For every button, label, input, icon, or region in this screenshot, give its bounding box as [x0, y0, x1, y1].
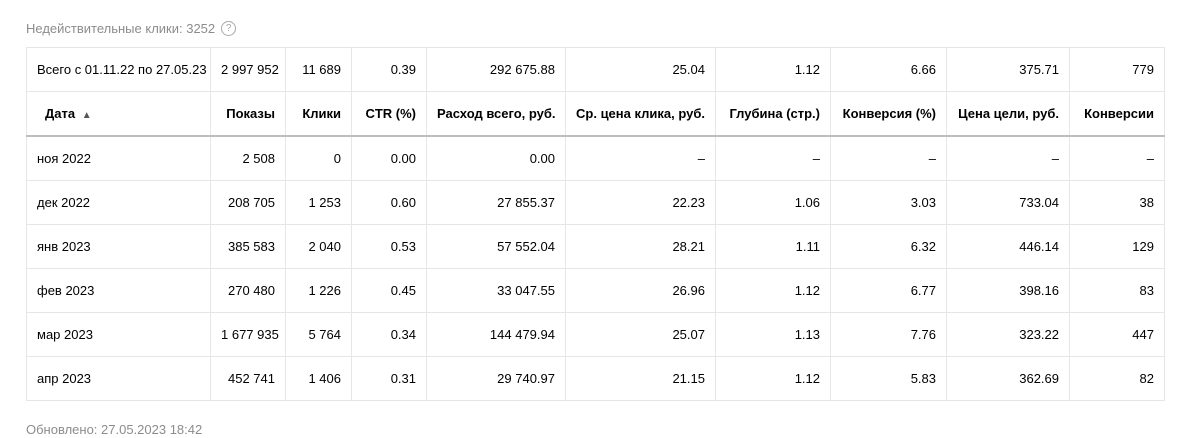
column-header-conversions[interactable]: Конверсии: [1069, 91, 1165, 137]
ctr-cell: 0.00: [351, 135, 427, 181]
column-header-avg-cpc[interactable]: Ср. цена клика, руб.: [565, 91, 716, 137]
ctr-cell: 0.34: [351, 312, 427, 357]
clicks-cell: 0: [285, 135, 352, 181]
ctr-cell: 0.31: [351, 356, 427, 401]
spend-cell: 33 047.55: [426, 268, 566, 313]
conversions-cell: 82: [1069, 356, 1165, 401]
conversion-rate-cell: 6.32: [830, 224, 947, 269]
goal-cost-cell: 733.04: [946, 180, 1070, 225]
table-row: апр 2023 452 741 1 406 0.31 29 740.97 21…: [26, 356, 1165, 401]
date-cell: ноя 2022: [26, 135, 211, 181]
total-spend-cell: 292 675.88: [426, 47, 566, 92]
date-cell: дек 2022: [26, 180, 211, 225]
column-header-goal-cost[interactable]: Цена цели, руб.: [946, 91, 1070, 137]
depth-cell: 1.11: [715, 224, 831, 269]
stats-table: Всего с 01.11.22 по 27.05.23 2 997 952 1…: [26, 47, 1165, 401]
depth-cell: –: [715, 135, 831, 181]
date-cell: янв 2023: [26, 224, 211, 269]
conversions-cell: 129: [1069, 224, 1165, 269]
total-conversion-rate-cell: 6.66: [830, 47, 947, 92]
header-row: Дата ▲ Показы Клики CTR (%) Расход всего…: [26, 91, 1165, 137]
table-row: фев 2023 270 480 1 226 0.45 33 047.55 26…: [26, 268, 1165, 313]
last-updated-text: Обновлено: 27.05.2023 18:42: [26, 422, 203, 437]
impressions-cell: 1 677 935: [210, 312, 286, 357]
goal-cost-cell: 446.14: [946, 224, 1070, 269]
total-depth-cell: 1.12: [715, 47, 831, 92]
conversion-rate-cell: 7.76: [830, 312, 947, 357]
question-circle-icon[interactable]: ?: [221, 20, 237, 36]
table-row: дек 2022 208 705 1 253 0.60 27 855.37 22…: [26, 180, 1165, 225]
clicks-cell: 1 406: [285, 356, 352, 401]
depth-cell: 1.06: [715, 180, 831, 225]
table-row: янв 2023 385 583 2 040 0.53 57 552.04 28…: [26, 224, 1165, 269]
table-row: мар 2023 1 677 935 5 764 0.34 144 479.94…: [26, 312, 1165, 357]
goal-cost-cell: 362.69: [946, 356, 1070, 401]
spend-cell: 27 855.37: [426, 180, 566, 225]
avg-cpc-cell: 28.21: [565, 224, 716, 269]
date-cell: мар 2023: [26, 312, 211, 357]
goal-cost-cell: –: [946, 135, 1070, 181]
column-header-spend[interactable]: Расход всего, руб.: [426, 91, 566, 137]
total-ctr-cell: 0.39: [351, 47, 427, 92]
table-row: ноя 2022 2 508 0 0.00 0.00 – – – – –: [26, 135, 1165, 181]
avg-cpc-cell: 21.15: [565, 356, 716, 401]
column-header-date[interactable]: Дата ▲: [26, 91, 211, 137]
clicks-cell: 2 040: [285, 224, 352, 269]
invalid-clicks-label: Недействительные клики: 3252: [26, 20, 216, 36]
avg-cpc-cell: 26.96: [565, 268, 716, 313]
total-clicks-cell: 11 689: [285, 47, 352, 92]
spend-cell: 29 740.97: [426, 356, 566, 401]
spend-cell: 0.00: [426, 135, 566, 181]
depth-cell: 1.12: [715, 268, 831, 313]
avg-cpc-cell: –: [565, 135, 716, 181]
column-header-ctr[interactable]: CTR (%): [351, 91, 427, 137]
conversion-rate-cell: 6.77: [830, 268, 947, 313]
column-header-depth[interactable]: Глубина (стр.): [715, 91, 831, 137]
goal-cost-cell: 323.22: [946, 312, 1070, 357]
impressions-cell: 385 583: [210, 224, 286, 269]
spend-cell: 144 479.94: [426, 312, 566, 357]
total-period-cell: Всего с 01.11.22 по 27.05.23: [26, 47, 211, 92]
conversions-cell: 38: [1069, 180, 1165, 225]
column-header-conversion-rate[interactable]: Конверсия (%): [830, 91, 947, 137]
impressions-cell: 452 741: [210, 356, 286, 401]
date-cell: апр 2023: [26, 356, 211, 401]
conversion-rate-cell: –: [830, 135, 947, 181]
clicks-cell: 1 226: [285, 268, 352, 313]
clicks-cell: 5 764: [285, 312, 352, 357]
impressions-cell: 270 480: [210, 268, 286, 313]
spend-cell: 57 552.04: [426, 224, 566, 269]
conversion-rate-cell: 3.03: [830, 180, 947, 225]
ctr-cell: 0.45: [351, 268, 427, 313]
total-goal-cost-cell: 375.71: [946, 47, 1070, 92]
avg-cpc-cell: 25.07: [565, 312, 716, 357]
total-impressions-cell: 2 997 952: [210, 47, 286, 92]
goal-cost-cell: 398.16: [946, 268, 1070, 313]
total-avg-cpc-cell: 25.04: [565, 47, 716, 92]
date-cell: фев 2023: [26, 268, 211, 313]
conversions-cell: 83: [1069, 268, 1165, 313]
ctr-cell: 0.53: [351, 224, 427, 269]
depth-cell: 1.13: [715, 312, 831, 357]
column-header-impressions[interactable]: Показы: [210, 91, 286, 137]
impressions-cell: 208 705: [210, 180, 286, 225]
depth-cell: 1.12: [715, 356, 831, 401]
impressions-cell: 2 508: [210, 135, 286, 181]
invalid-clicks-info: Недействительные клики: 3252 ?: [26, 19, 237, 37]
clicks-cell: 1 253: [285, 180, 352, 225]
sort-ascending-icon: ▲: [81, 110, 92, 121]
conversions-cell: 447: [1069, 312, 1165, 357]
column-header-clicks[interactable]: Клики: [285, 91, 352, 137]
column-header-date-label: Дата: [45, 106, 76, 121]
conversions-cell: –: [1069, 135, 1165, 181]
total-row: Всего с 01.11.22 по 27.05.23 2 997 952 1…: [26, 47, 1165, 92]
conversion-rate-cell: 5.83: [830, 356, 947, 401]
total-conversions-cell: 779: [1069, 47, 1165, 92]
avg-cpc-cell: 22.23: [565, 180, 716, 225]
ctr-cell: 0.60: [351, 180, 427, 225]
